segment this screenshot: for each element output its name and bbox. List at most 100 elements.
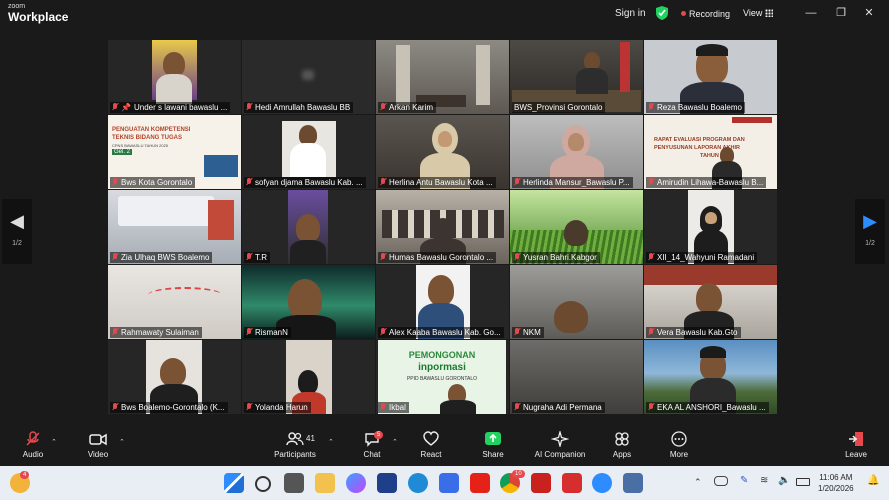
video-tile[interactable]: Yusran Bahri.Kabgor [510,190,643,264]
more-button[interactable]: More [667,431,691,459]
tray-overflow-chevron-icon[interactable]: ⌃ [694,477,702,488]
title-bar: zoom Workplace Sign in Recording View — … [0,0,889,30]
audio-options-caret-icon[interactable]: ⌃ [51,438,57,446]
video-options-caret-icon[interactable]: ⌃ [119,438,125,446]
muted-mic-icon [648,178,654,186]
participant-name: RismanN [244,327,291,338]
copilot-icon[interactable] [346,473,366,493]
search-icon[interactable] [255,476,271,492]
next-page-button[interactable]: ▶ 1/2 [855,199,885,264]
muted-mic-icon [380,178,386,186]
video-tile[interactable]: Zia Ulhaq BWS Boalemo [108,190,241,264]
sparkle-icon [551,431,569,447]
muted-mic-icon [514,253,520,261]
leave-label: Leave [845,450,867,459]
brand-top: zoom [8,3,26,10]
muted-mic-icon [648,103,654,111]
view-button[interactable]: View [743,8,774,18]
youtube-icon[interactable] [470,473,490,493]
recording-label: Recording [689,9,731,19]
security-shield-icon[interactable] [656,6,668,20]
share-screen-icon [485,432,501,445]
notification-bell-icon[interactable]: 🔔 [867,475,879,486]
participants-options-caret-icon[interactable]: ⌃ [328,438,334,446]
video-tile[interactable]: Herlinda Mansur_Bawaslu P... [510,115,643,189]
clock-time: 11:06 AM [819,473,853,482]
heart-icon [423,431,439,446]
wifi-icon[interactable]: ≋ [760,475,768,486]
app-icon[interactable] [377,473,397,493]
page-indicator-right: 1/2 [865,240,875,247]
video-tile[interactable]: Vera Bawaslu Kab.Gto [644,265,777,339]
leave-button[interactable]: Leave [843,431,869,459]
task-view-icon[interactable] [284,473,304,493]
wps-office-icon[interactable] [562,473,582,493]
video-tile[interactable]: PEMONGONAN inpormasi PPID BAWASLU GORONT… [376,340,509,414]
pen-tray-icon[interactable]: ✎ [740,475,748,486]
video-button[interactable]: Video [84,431,112,459]
file-explorer-icon[interactable] [315,473,335,493]
chevron-right-icon: ▶ [863,211,877,231]
video-tile[interactable]: EKA AL ANSHORI_Bawaslu ... [644,340,777,414]
chat-label: Chat [363,450,381,459]
react-button[interactable]: React [419,431,443,459]
volume-icon[interactable]: 🔈 [778,475,790,486]
participant-name: Amirudin Lihawa-Bawaslu B... [646,177,767,188]
video-tile[interactable]: Nugraha Adi Permana [510,340,643,414]
video-tile[interactable]: RAPAT EVALUASI PROGRAM DAN PENYUSUNAN LA… [644,115,777,189]
recording-dot-icon [681,11,686,16]
windows-start-icon[interactable] [224,473,244,493]
participants-count: 41 [306,434,315,443]
video-tile[interactable]: Arkan Karim [376,40,509,114]
minimize-icon[interactable]: — [804,6,818,20]
previous-page-button[interactable]: ◀ 1/2 [2,199,32,264]
share-label: Share [482,450,504,459]
store-icon[interactable] [439,473,459,493]
participant-name: Zia Ulhaq BWS Boalemo [110,252,213,263]
share-button[interactable]: Share [480,431,506,459]
pin-icon: 📌 [121,103,131,112]
more-dots-icon [671,431,687,447]
video-tile[interactable]: Yolanda Harun [242,340,375,414]
acrobat-icon[interactable] [531,473,551,493]
video-tile[interactable]: 📌 Under s lawani bawaslu ... [108,40,241,114]
video-tile[interactable]: RismanN [242,265,375,339]
video-tile[interactable]: Humas Bawaslu Gorontalo ... [376,190,509,264]
system-clock[interactable]: 11:06 AM 1/20/2026 [818,472,854,494]
participant-name: NKM [512,327,544,338]
video-tile[interactable]: NKM [510,265,643,339]
react-label: React [420,450,442,459]
video-tile[interactable]: Herlina Antu Bawaslu Kota ... [376,115,509,189]
muted-mic-icon [112,328,118,336]
chat-options-caret-icon[interactable]: ⌃ [392,438,398,446]
video-tile[interactable]: XII_14_Wahyuni Ramadani [644,190,777,264]
video-tile[interactable]: PENGUATAN KOMPETENSI TEKNIS BIDANG TUGAS… [108,115,241,189]
zoom-taskbar-icon[interactable] [592,473,612,493]
audio-button[interactable]: Audio [18,431,48,459]
recording-indicator[interactable]: Recording [681,9,730,19]
more-label: More [669,450,689,459]
muted-mic-icon [514,178,520,186]
onedrive-cloud-icon[interactable] [714,476,728,486]
restore-icon[interactable]: ❐ [834,6,848,20]
slide-line: RAPAT EVALUASI PROGRAM DAN [654,137,745,143]
edge-browser-icon[interactable] [408,473,428,493]
notepad-icon[interactable] [623,473,643,493]
video-tile[interactable]: Bws Boalemo-Gorontalo (K... [108,340,241,414]
grid-icon [765,9,774,17]
muted-mic-icon [648,328,654,336]
video-tile[interactable]: Rahmawaty Sulaiman [108,265,241,339]
slide-line: TAHUN [700,153,719,159]
battery-icon[interactable] [796,478,810,486]
video-tile[interactable]: sofyan djama Bawaslu Kab. ... [242,115,375,189]
video-tile[interactable]: Reza Bawaslu Boalemo [644,40,777,114]
video-tile[interactable]: Hedi Amrullah Bawaslu BB [242,40,375,114]
video-tile[interactable]: T.R [242,190,375,264]
video-gallery: 📌 Under s lawani bawaslu ... Hedi Amrulla… [108,40,778,417]
ai-companion-button[interactable]: AI Companion [530,431,590,459]
sign-in-link[interactable]: Sign in [615,8,646,19]
video-tile[interactable]: Alex Kaaba Bawaslu Kab. Go... [376,265,509,339]
close-icon[interactable]: ✕ [862,6,876,20]
video-tile-active-speaker[interactable]: BWS_Provinsi Gorontalo [510,40,643,114]
apps-button[interactable]: Apps [610,431,634,459]
